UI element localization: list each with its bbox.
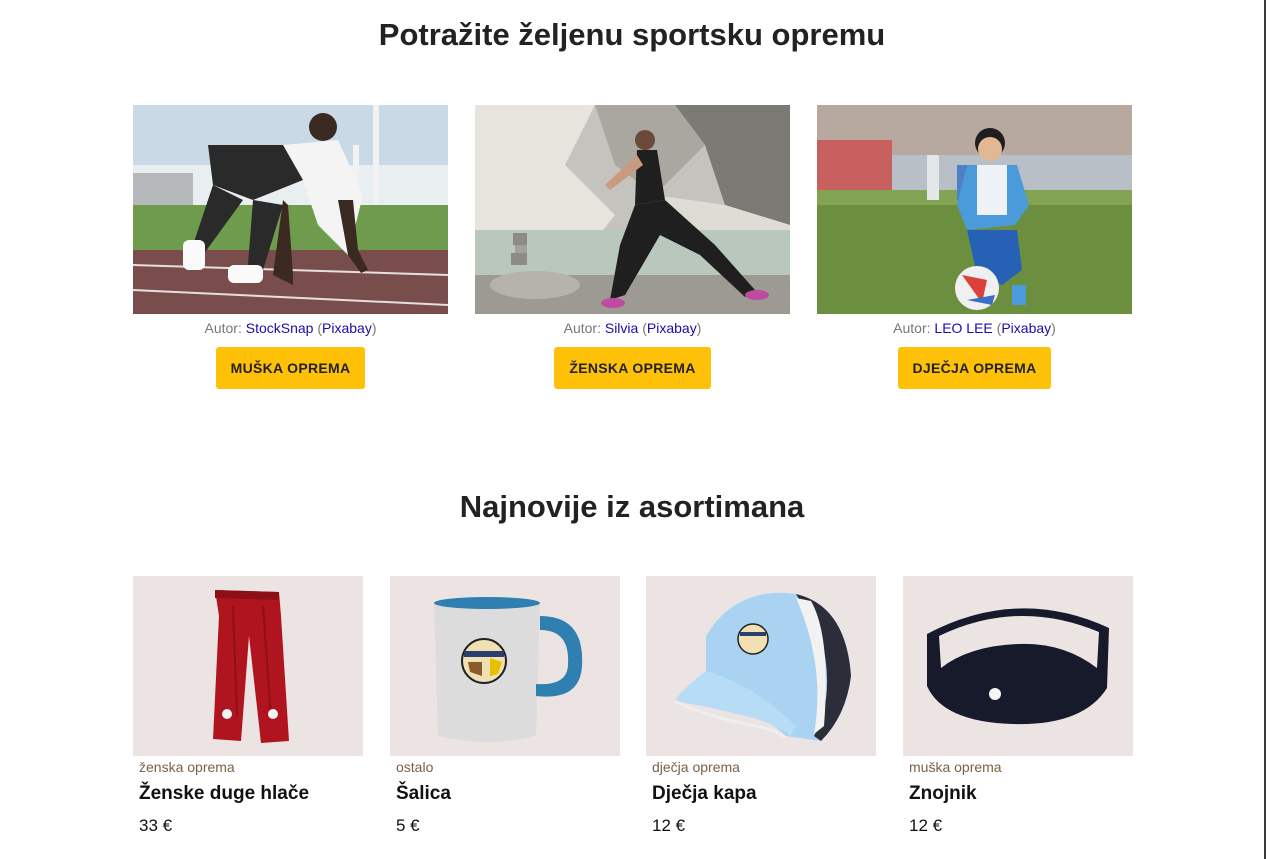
credit-prefix: Autor: [204, 320, 242, 336]
latest-products-heading: Najnovije iz asortimana [459, 489, 805, 524]
product-name[interactable]: Dječja kapa [652, 782, 876, 806]
product-image-headband[interactable] [903, 576, 1133, 756]
kids-category-photo[interactable] [817, 105, 1132, 314]
photo-credit: Autor: Silvia (Pixabay) [563, 320, 702, 336]
category-card-women: Autor: Silvia (Pixabay) ŽENSKA OPREMA [475, 105, 790, 389]
product-card[interactable]: ženska oprema Ženske duge hlače 33 € [133, 576, 363, 837]
product-category: ostalo [396, 759, 434, 775]
product-name[interactable]: Znojnik [909, 782, 1133, 806]
product-price: 12 € [909, 816, 943, 835]
product-category: muška oprema [909, 759, 1002, 775]
product-price: 33 € [139, 816, 173, 835]
product-price: 12 € [652, 816, 686, 835]
product-image-mug[interactable] [390, 576, 620, 756]
product-name[interactable]: Ženske duge hlače [139, 782, 363, 806]
credit-prefix: Autor: [563, 320, 601, 336]
men-equipment-button[interactable]: MUŠKA OPREMA [215, 347, 366, 389]
credit-prefix: Autor: [893, 320, 931, 336]
product-card[interactable]: ostalo Šalica 5 € [390, 576, 620, 837]
women-category-photo[interactable] [475, 105, 790, 314]
source-link[interactable]: Pixabay [647, 320, 697, 336]
men-category-photo[interactable] [133, 105, 448, 314]
women-equipment-button[interactable]: ŽENSKA OPREMA [554, 347, 711, 389]
author-link[interactable]: StockSnap [246, 320, 314, 336]
categories-heading: Potražite željenu sportsku opremu [378, 17, 886, 52]
product-name[interactable]: Šalica [396, 782, 620, 806]
product-image-cap[interactable] [646, 576, 876, 756]
product-category: ženska oprema [139, 759, 235, 775]
kids-equipment-button[interactable]: DJEČJA OPREMA [897, 347, 1052, 389]
product-card[interactable]: dječja oprema Dječja kapa 12 € [646, 576, 876, 837]
author-link[interactable]: Silvia [605, 320, 638, 336]
product-image-trousers[interactable] [133, 576, 363, 756]
source-link[interactable]: Pixabay [322, 320, 372, 336]
source-link[interactable]: Pixabay [1001, 320, 1051, 336]
product-category: dječja oprema [652, 759, 740, 775]
category-card-men: Autor: StockSnap (Pixabay) MUŠKA OPREMA [133, 105, 448, 389]
photo-credit: Autor: StockSnap (Pixabay) [204, 320, 377, 336]
author-link[interactable]: LEO LEE [934, 320, 992, 336]
photo-credit: Autor: LEO LEE (Pixabay) [893, 320, 1056, 336]
product-price: 5 € [396, 816, 420, 835]
category-card-kids: Autor: LEO LEE (Pixabay) DJEČJA OPREMA [817, 105, 1132, 389]
product-card[interactable]: muška oprema Znojnik 12 € [903, 576, 1133, 837]
